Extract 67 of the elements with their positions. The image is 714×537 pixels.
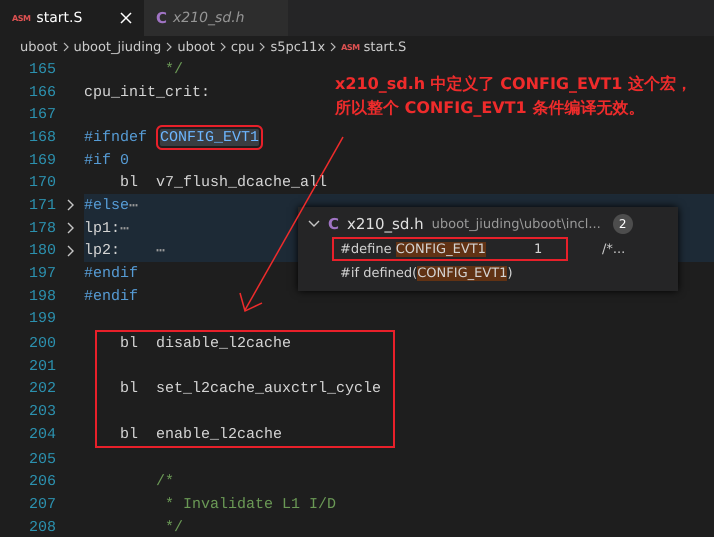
line-number: 170 (28, 174, 56, 192)
line-number: 198 (28, 288, 56, 305)
code-line: /* (155, 472, 174, 492)
code-line: #else⋯ (84, 196, 138, 217)
line-number: 207 (28, 496, 56, 513)
code-line: */ (164, 60, 184, 80)
code-line: bl disable_l2cache (119, 334, 292, 354)
annotation-text: x210_sd.h 中定义了 CONFIG_EVT1 这个宏， (335, 73, 692, 95)
line-number: 167 (28, 106, 56, 124)
reference-item[interactable]: #if defined(CONFIG_EVT1) (334, 261, 513, 285)
chevron-right-icon (258, 42, 266, 52)
code-line: #if 0 (84, 150, 130, 171)
breadcrumb-item[interactable]: uboot_jiuding (74, 40, 162, 54)
code-line: lp1:⋯ (84, 218, 130, 240)
code-line: bl set_l2cache_auxctrl_cycle (119, 379, 382, 400)
line-number: 180 (28, 242, 56, 260)
chevron-right-icon (329, 42, 338, 52)
close-icon[interactable] (120, 12, 132, 24)
code-comment: /*... (602, 242, 626, 256)
code-line: #ifndef (84, 128, 148, 148)
reference-item[interactable]: #define CONFIG_EVT1 1 (332, 237, 568, 261)
highlighted-macro: CONFIG_EVT1 (160, 128, 260, 146)
chevron-right-icon (218, 42, 227, 52)
line-number: 204 (28, 426, 56, 443)
line-number: 203 (28, 403, 56, 420)
chevron-right-icon[interactable] (66, 222, 74, 234)
chevron-right-icon (165, 42, 174, 52)
line-number: 206 (28, 473, 56, 490)
line-number: 169 (28, 152, 56, 169)
count-badge: 2 (612, 214, 633, 234)
line-number: 199 (28, 310, 56, 328)
code-line: #endif (84, 264, 138, 284)
file-type-icon: ASM (12, 14, 30, 22)
chevron-right-icon[interactable] (66, 199, 74, 212)
breadcrumb-item[interactable]: cpu (230, 40, 254, 54)
breadcrumb-item[interactable]: s5pc11x (270, 40, 326, 54)
code-line: cpu_init_crit: (84, 82, 210, 103)
line-number: 197 (28, 265, 56, 282)
line-number: 178 (28, 220, 56, 237)
code-line: bl enable_l2cache (119, 424, 282, 445)
code-line: lp2: ⋯ (84, 241, 166, 262)
code-line: * Invalidate L1 I/D (164, 494, 336, 515)
breadcrumb-item[interactable]: uboot (177, 40, 215, 54)
annotation-text: 所以整个 CONFIG_EVT1 条件编译无效。 (335, 97, 646, 119)
file-type-icon: C (156, 9, 168, 27)
line-number: 171 (28, 196, 56, 214)
breadcrumb-item[interactable]: uboot (20, 40, 58, 54)
line-number: 166 (28, 84, 56, 101)
editor-tab[interactable]: C x210_sd.h (144, 0, 288, 36)
line-number: 201 (28, 358, 56, 375)
breadcrumb-item[interactable]: start.S (364, 40, 406, 54)
line-number: 200 (28, 335, 56, 352)
editor-tab[interactable]: ASM start.S (0, 0, 144, 36)
file-path: uboot_jiuding\uboot\incl... (432, 216, 601, 232)
file-type-icon: C (328, 215, 340, 233)
code-line: #endif (84, 286, 138, 307)
code-line: */ (164, 518, 184, 537)
line-number: 165 (28, 60, 56, 78)
chevron-right-icon (62, 42, 70, 52)
line-number: 205 (28, 450, 56, 468)
line-number: 208 (28, 518, 56, 536)
file-name: x210_sd.h (347, 215, 424, 233)
line-number: 168 (28, 128, 56, 146)
chevron-right-icon[interactable] (66, 244, 74, 257)
line-number: 202 (28, 380, 56, 398)
chevron-down-icon[interactable] (308, 220, 320, 228)
file-type-icon: ASM (341, 42, 360, 52)
